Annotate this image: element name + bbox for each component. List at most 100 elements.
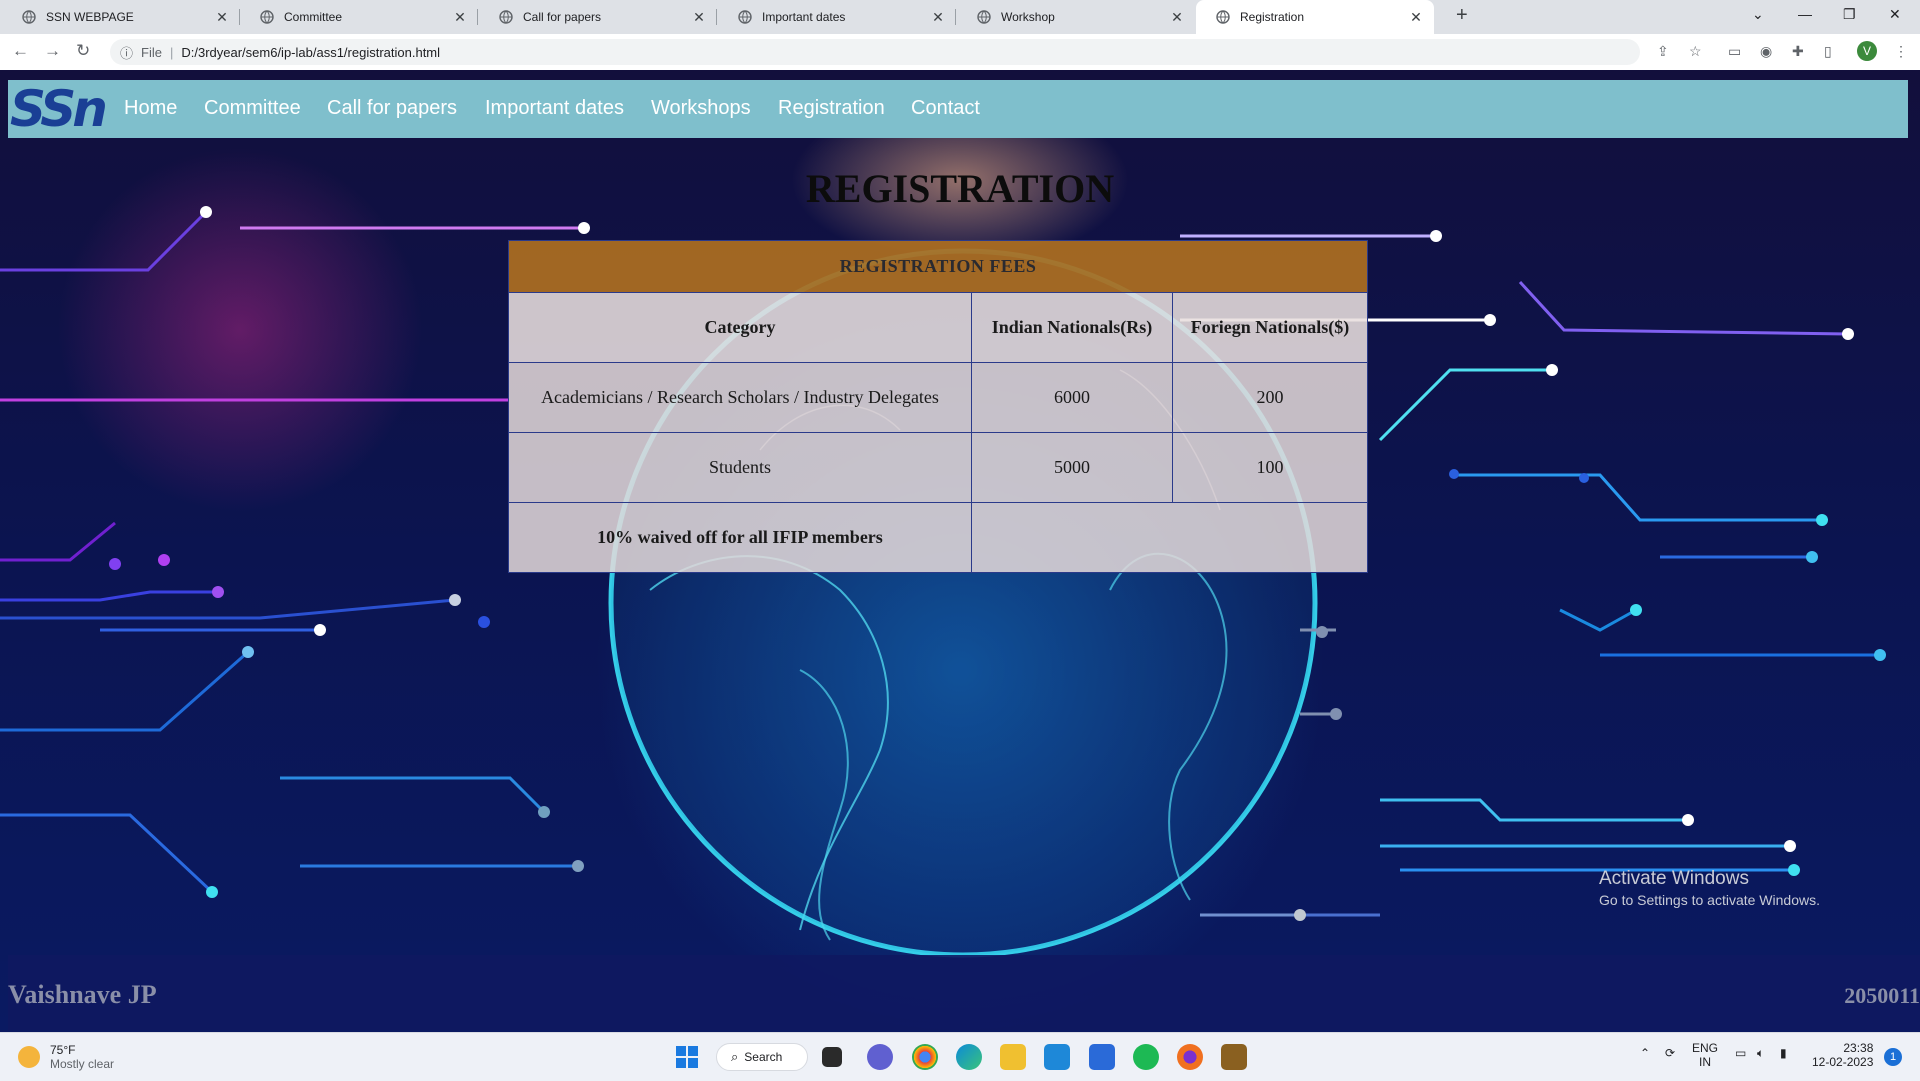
tab-important-dates[interactable]: Important dates ✕ bbox=[718, 0, 956, 34]
url-text[interactable]: D:/3rdyear/sem6/ip-lab/ass1/registration… bbox=[181, 45, 440, 60]
restore-button[interactable]: ❐ bbox=[1843, 6, 1856, 23]
tab-workshop[interactable]: Workshop ✕ bbox=[957, 0, 1195, 34]
weather-moon-icon bbox=[18, 1046, 40, 1068]
minimize-button[interactable]: — bbox=[1798, 6, 1812, 22]
weather-temp: 75°F bbox=[50, 1043, 76, 1057]
watermark-subtitle: Go to Settings to activate Windows. bbox=[1599, 892, 1820, 908]
close-tab-icon[interactable]: ✕ bbox=[1408, 9, 1424, 26]
cell-category: Academicians / Research Scholars / Indus… bbox=[508, 362, 972, 433]
share-icon[interactable]: ⇪ bbox=[1657, 43, 1669, 60]
sync-icon[interactable]: ⟳ bbox=[1665, 1046, 1675, 1060]
side-panel-icon[interactable]: ▯ bbox=[1824, 43, 1832, 60]
language-code: ENG bbox=[1692, 1041, 1719, 1055]
table-row: 10% waived off for all IFIP members bbox=[508, 502, 1368, 573]
header-foreign-nationals: Foriegn Nationals($) bbox=[1172, 292, 1368, 363]
close-tab-icon[interactable]: ✕ bbox=[930, 9, 946, 26]
game-app-icon[interactable] bbox=[1221, 1044, 1247, 1070]
ssn-logo[interactable]: SSn bbox=[8, 80, 118, 138]
search-icon: ⌕ bbox=[731, 1049, 739, 1064]
globe-icon bbox=[1216, 10, 1230, 24]
firefox-icon[interactable] bbox=[1177, 1044, 1203, 1070]
tab-label: Call for papers bbox=[523, 10, 602, 24]
tab-ssn-webpage[interactable]: SSN WEBPAGE ✕ bbox=[2, 0, 240, 34]
tab-committee[interactable]: Committee ✕ bbox=[240, 0, 478, 34]
back-arrow-icon[interactable]: ← bbox=[12, 41, 29, 61]
watermark-title: Activate Windows bbox=[1599, 868, 1749, 889]
nav-link-committee[interactable]: Committee bbox=[204, 97, 301, 120]
nav-link-registration[interactable]: Registration bbox=[778, 97, 885, 120]
file-scheme-label: File bbox=[141, 44, 162, 60]
globe-icon bbox=[22, 10, 36, 24]
nav-link-workshops[interactable]: Workshops bbox=[651, 97, 751, 120]
nav-link-important-dates[interactable]: Important dates bbox=[485, 97, 624, 120]
info-icon[interactable]: ⓘ bbox=[120, 43, 133, 62]
globe-icon bbox=[260, 10, 274, 24]
taskbar-search[interactable]: ⌕ Search bbox=[716, 1043, 808, 1071]
start-windows-icon[interactable] bbox=[674, 1044, 700, 1070]
table-caption: REGISTRATION FEES bbox=[508, 240, 1368, 293]
notification-badge[interactable]: 1 bbox=[1884, 1048, 1902, 1066]
divider: | bbox=[169, 44, 174, 60]
cell-empty bbox=[971, 502, 1368, 573]
tab-label: Important dates bbox=[762, 10, 846, 24]
forward-arrow-icon[interactable]: → bbox=[44, 41, 61, 61]
spotify-icon[interactable] bbox=[1133, 1044, 1159, 1070]
header-category: Category bbox=[508, 292, 972, 363]
tab-call-for-papers[interactable]: Call for papers ✕ bbox=[479, 0, 717, 34]
extension-icon[interactable]: ▭ bbox=[1728, 43, 1741, 60]
weather-widget[interactable]: 75°F Mostly clear bbox=[18, 1043, 114, 1071]
browser-toolbar: ← → ↻ ⓘ File | D:/3rdyear/sem6/ip-lab/as… bbox=[0, 34, 1920, 71]
site-header: SSn Home Committee Call for papers Impor… bbox=[8, 80, 1908, 138]
teams-chat-icon[interactable] bbox=[867, 1044, 893, 1070]
clock[interactable]: 23:38 12-02-2023 bbox=[1812, 1041, 1873, 1069]
file-explorer-icon[interactable] bbox=[1000, 1044, 1026, 1070]
color-wheel-extension-icon[interactable]: ◉ bbox=[1760, 43, 1772, 60]
menu-dots-icon[interactable]: ⋮ bbox=[1894, 43, 1908, 60]
table-row: Academicians / Research Scholars / Indus… bbox=[508, 362, 1368, 433]
network-icon[interactable]: ▭ bbox=[1735, 1046, 1746, 1060]
bookmark-star-icon[interactable]: ☆ bbox=[1689, 43, 1702, 60]
page-title: REGISTRATION bbox=[805, 166, 1115, 211]
close-tab-icon[interactable]: ✕ bbox=[1169, 9, 1185, 26]
tab-label: Registration bbox=[1240, 10, 1305, 24]
battery-icon[interactable]: ▮ bbox=[1780, 1046, 1787, 1060]
search-label: Search bbox=[744, 1050, 783, 1064]
table-header-row: Category Indian Nationals(Rs) Foriegn Na… bbox=[508, 292, 1368, 363]
logo-text: SSn bbox=[10, 80, 108, 138]
weather-desc: Mostly clear bbox=[50, 1057, 115, 1071]
close-tab-icon[interactable]: ✕ bbox=[452, 9, 468, 26]
puzzle-extensions-icon[interactable]: ✚ bbox=[1792, 43, 1804, 60]
volume-icon[interactable]: 🔈︎ bbox=[1757, 1046, 1764, 1060]
close-tab-icon[interactable]: ✕ bbox=[214, 9, 230, 26]
close-tab-icon[interactable]: ✕ bbox=[691, 9, 707, 26]
globe-icon bbox=[499, 10, 513, 24]
tab-registration[interactable]: Registration ✕ bbox=[1196, 0, 1434, 34]
new-tab-button[interactable]: + bbox=[1456, 4, 1468, 27]
reload-icon[interactable]: ↻ bbox=[76, 41, 90, 61]
vscode-icon[interactable] bbox=[1044, 1044, 1070, 1070]
notepad-icon[interactable] bbox=[1089, 1044, 1115, 1070]
cell-foreign-fee: 100 bbox=[1172, 432, 1368, 503]
nav-link-call-for-papers[interactable]: Call for papers bbox=[327, 97, 457, 120]
show-hidden-icons-chevron-icon[interactable]: ⌃ bbox=[1640, 1046, 1650, 1060]
task-view-icon[interactable] bbox=[822, 1047, 842, 1067]
chrome-icon[interactable] bbox=[912, 1044, 938, 1070]
cell-ifip-note: 10% waived off for all IFIP members bbox=[508, 502, 972, 573]
profile-avatar[interactable]: V bbox=[1857, 41, 1877, 61]
nav-link-home[interactable]: Home bbox=[124, 97, 177, 120]
language-indicator[interactable]: ENG IN bbox=[1692, 1041, 1718, 1069]
tab-separator bbox=[716, 9, 717, 25]
cell-indian-fee: 5000 bbox=[971, 432, 1173, 503]
edge-icon[interactable] bbox=[956, 1044, 982, 1070]
clock-time: 23:38 bbox=[1843, 1041, 1874, 1055]
windows-taskbar: 75°F Mostly clear ⌕ Search ⌃ ⟳ ENG IN ▭ … bbox=[0, 1032, 1920, 1081]
tab-separator bbox=[955, 9, 956, 25]
registration-fees-table: REGISTRATION FEES Category Indian Nation… bbox=[508, 240, 1368, 573]
nav-link-contact[interactable]: Contact bbox=[911, 97, 980, 120]
cell-foreign-fee: 200 bbox=[1172, 362, 1368, 433]
tab-search-chevron-icon[interactable]: ⌄ bbox=[1752, 6, 1764, 23]
close-window-button[interactable]: ✕ bbox=[1889, 6, 1901, 23]
table-row: Students 5000 100 bbox=[508, 432, 1368, 503]
address-bar[interactable]: ⓘ File | D:/3rdyear/sem6/ip-lab/ass1/reg… bbox=[110, 39, 1640, 65]
clock-date: 12-02-2023 bbox=[1812, 1055, 1874, 1069]
